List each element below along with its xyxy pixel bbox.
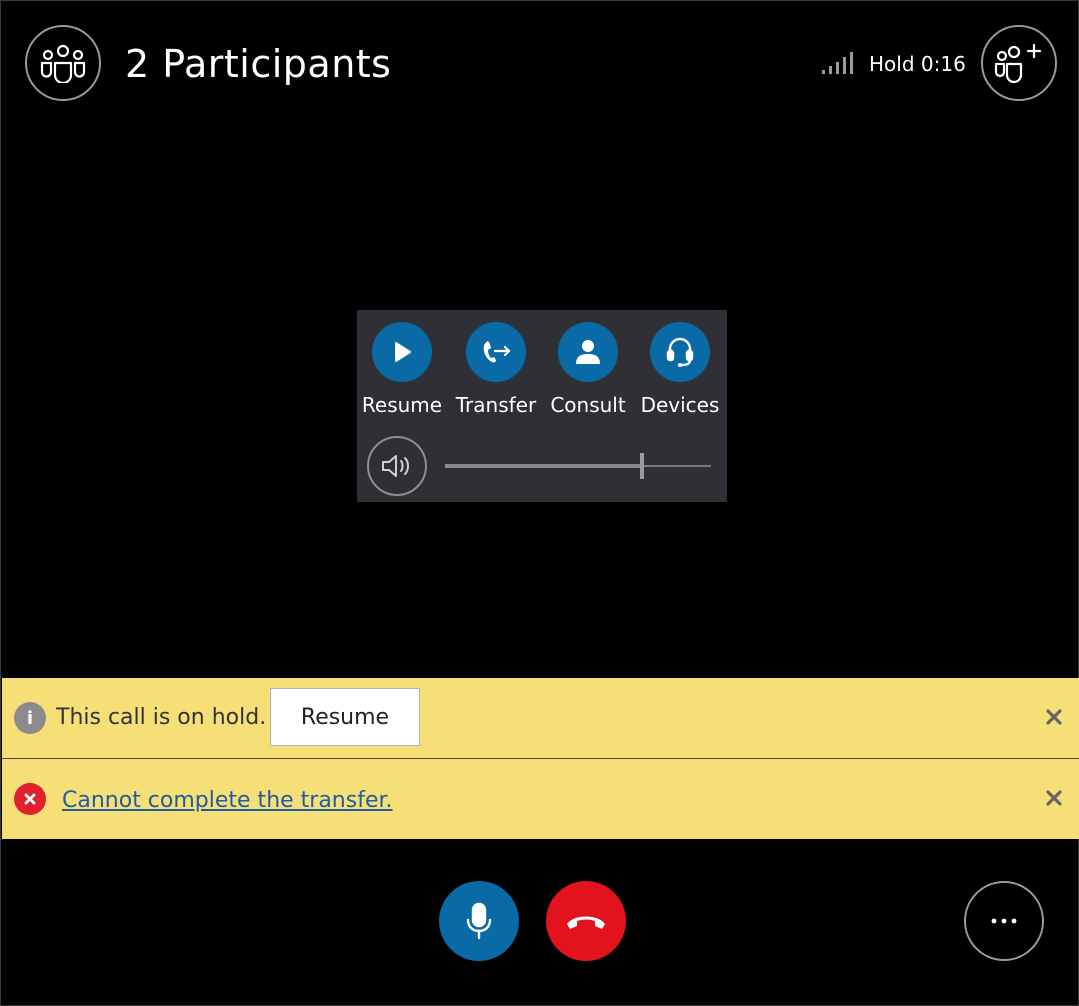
more-options-icon [991,918,1017,924]
transfer-label: Transfer [455,393,537,417]
participants-icon [40,44,86,83]
devices-label: Devices [640,393,720,417]
participants-button[interactable] [25,25,101,101]
microphone-icon [466,902,492,940]
transfer-error-link[interactable]: Cannot complete the transfer. [62,787,393,815]
speaker-icon [382,455,409,477]
transfer-button-circle[interactable] [466,322,526,382]
headset-icon [666,337,694,367]
more-options-button[interactable] [964,881,1044,961]
hang-up-icon [567,916,605,929]
volume-slider[interactable] [445,453,711,479]
hold-notification: i This call is on hold. Resume Call [2,678,1079,786]
devices-button-circle[interactable] [650,322,710,382]
close-icon[interactable] [1042,705,1066,729]
transfer-button[interactable]: Transfer [451,322,541,418]
resume-button[interactable]: Resume [357,322,447,418]
volume-slider-thumb[interactable] [640,453,644,479]
signal-strength-icon [822,52,853,74]
volume-button[interactable] [367,436,427,496]
mute-microphone-button[interactable] [439,881,519,961]
close-icon[interactable] [1042,786,1066,810]
volume-slider-fill [445,464,642,468]
consult-button-circle[interactable] [558,322,618,382]
error-icon [14,783,46,815]
hold-timer: Hold 0:16 [869,52,966,76]
call-window: 2 Participants Hold 0:16 Resume Transfer… [0,0,1079,1006]
info-icon: i [14,702,46,734]
add-people-icon [994,43,1042,84]
call-controls-panel: Resume Transfer Consult Devices [357,310,727,502]
resume-button-circle[interactable] [372,322,432,382]
consult-label: Consult [550,393,626,417]
devices-button[interactable]: Devices [635,322,725,418]
consult-button[interactable]: Consult [543,322,633,418]
play-icon [395,342,411,362]
participants-title: 2 Participants [125,42,392,86]
error-notification: Cannot complete the transfer. [2,759,1079,839]
volume-slider-track [642,465,711,467]
hold-message: This call is on hold. [56,705,267,730]
hang-up-button[interactable] [546,881,626,961]
person-icon [576,340,600,364]
add-participants-button[interactable] [981,25,1057,101]
transfer-icon [483,341,511,363]
resume-label: Resume [361,393,443,417]
resume-call-button[interactable]: Resume Call [270,688,420,786]
